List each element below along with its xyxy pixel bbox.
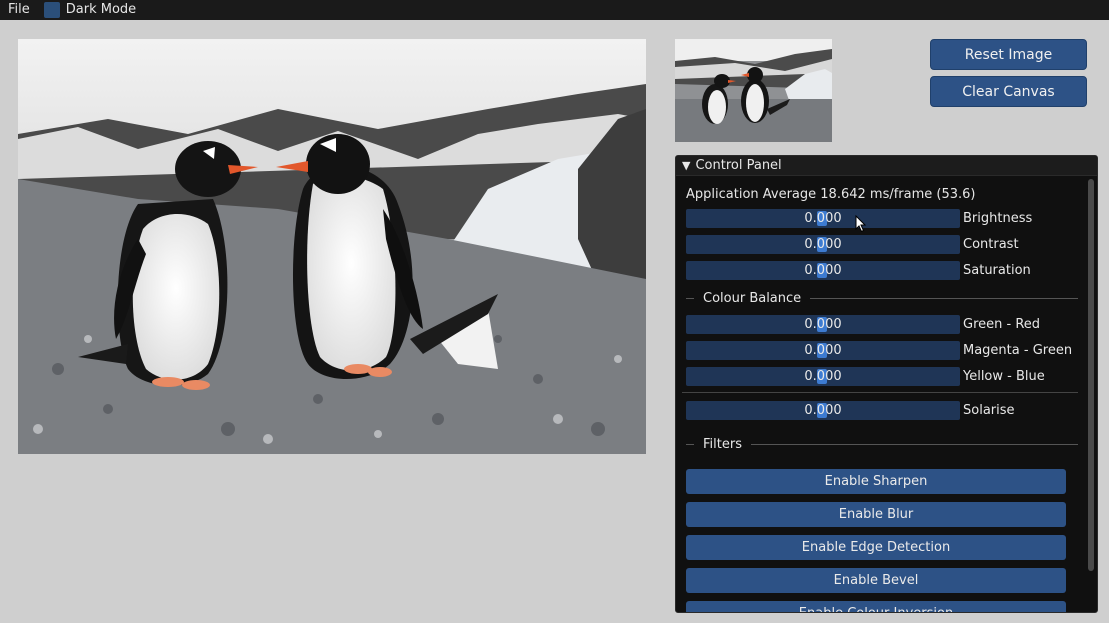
magenta-green-label: Magenta - Green bbox=[963, 342, 1073, 358]
brightness-slider[interactable]: 0.000 bbox=[686, 208, 960, 228]
menu-file[interactable]: File bbox=[0, 0, 38, 20]
control-panel-body: Application Average 18.642 ms/frame (53.… bbox=[676, 176, 1088, 612]
mouse-cursor-icon bbox=[855, 215, 867, 233]
filters-separator: Filters bbox=[686, 436, 1078, 452]
contrast-label: Contrast bbox=[963, 236, 1019, 252]
divider bbox=[682, 392, 1078, 393]
clear-canvas-button[interactable]: Clear Canvas bbox=[930, 76, 1087, 107]
magenta-green-slider[interactable]: 0.000 bbox=[686, 340, 960, 360]
enable-bevel-button[interactable]: Enable Bevel bbox=[686, 568, 1066, 593]
green-red-slider[interactable]: 0.000 bbox=[686, 314, 960, 334]
yellow-blue-label: Yellow - Blue bbox=[963, 368, 1045, 384]
green-red-label: Green - Red bbox=[963, 316, 1041, 332]
yellow-blue-row: 0.000 Yellow - Blue bbox=[686, 366, 1086, 386]
solarise-row: 0.000 Solarise bbox=[686, 400, 1086, 420]
main-image-canvas bbox=[18, 39, 646, 454]
solarise-value: 0.000 bbox=[804, 402, 842, 418]
dark-mode-label[interactable]: Dark Mode bbox=[64, 0, 144, 20]
yellow-blue-value: 0.000 bbox=[804, 368, 842, 384]
dark-mode-checkbox[interactable] bbox=[43, 2, 60, 18]
enable-blur-button[interactable]: Enable Blur bbox=[686, 502, 1066, 527]
saturation-label: Saturation bbox=[963, 262, 1031, 278]
dark-mode-toggle[interactable]: Dark Mode bbox=[38, 0, 144, 20]
saturation-value: 0.000 bbox=[804, 262, 842, 278]
colour-balance-separator: Colour Balance bbox=[686, 290, 1078, 306]
contrast-value: 0.000 bbox=[804, 236, 842, 252]
penguins-thumbnail-image bbox=[675, 39, 832, 142]
solarise-slider[interactable]: 0.000 bbox=[686, 400, 960, 420]
green-red-value: 0.000 bbox=[804, 316, 842, 332]
saturation-row: 0.000 Saturation bbox=[686, 260, 1086, 280]
brightness-value: 0.000 bbox=[804, 210, 842, 226]
collapse-triangle-icon[interactable]: ▼ bbox=[682, 159, 690, 172]
contrast-row: 0.000 Contrast bbox=[686, 234, 1086, 254]
magenta-green-row: 0.000 Magenta - Green bbox=[686, 340, 1086, 360]
green-red-row: 0.000 Green - Red bbox=[686, 314, 1086, 334]
enable-colour-inversion-button[interactable]: Enable Colour Inversion bbox=[686, 601, 1066, 612]
control-panel-header[interactable]: ▼ Control Panel bbox=[676, 156, 1097, 176]
saturation-slider[interactable]: 0.000 bbox=[686, 260, 960, 280]
solarise-label: Solarise bbox=[963, 402, 1015, 418]
control-panel: ▼ Control Panel Application Average 18.6… bbox=[675, 155, 1098, 613]
reset-image-button[interactable]: Reset Image bbox=[930, 39, 1087, 70]
brightness-row: 0.000 Brightness bbox=[686, 208, 1086, 228]
penguins-image bbox=[18, 39, 646, 454]
magenta-green-value: 0.000 bbox=[804, 342, 842, 358]
contrast-slider[interactable]: 0.000 bbox=[686, 234, 960, 254]
enable-sharpen-button[interactable]: Enable Sharpen bbox=[686, 469, 1066, 494]
frame-average-text: Application Average 18.642 ms/frame (53.… bbox=[686, 187, 976, 202]
yellow-blue-slider[interactable]: 0.000 bbox=[686, 366, 960, 386]
colour-balance-header: Colour Balance bbox=[703, 290, 802, 306]
image-thumbnail bbox=[675, 39, 832, 142]
enable-edge-detection-button[interactable]: Enable Edge Detection bbox=[686, 535, 1066, 560]
control-panel-title: Control Panel bbox=[695, 158, 782, 173]
menu-bar: File Dark Mode bbox=[0, 0, 1109, 20]
filters-header: Filters bbox=[703, 436, 742, 452]
panel-scrollbar[interactable] bbox=[1088, 179, 1094, 571]
brightness-label: Brightness bbox=[963, 210, 1033, 226]
